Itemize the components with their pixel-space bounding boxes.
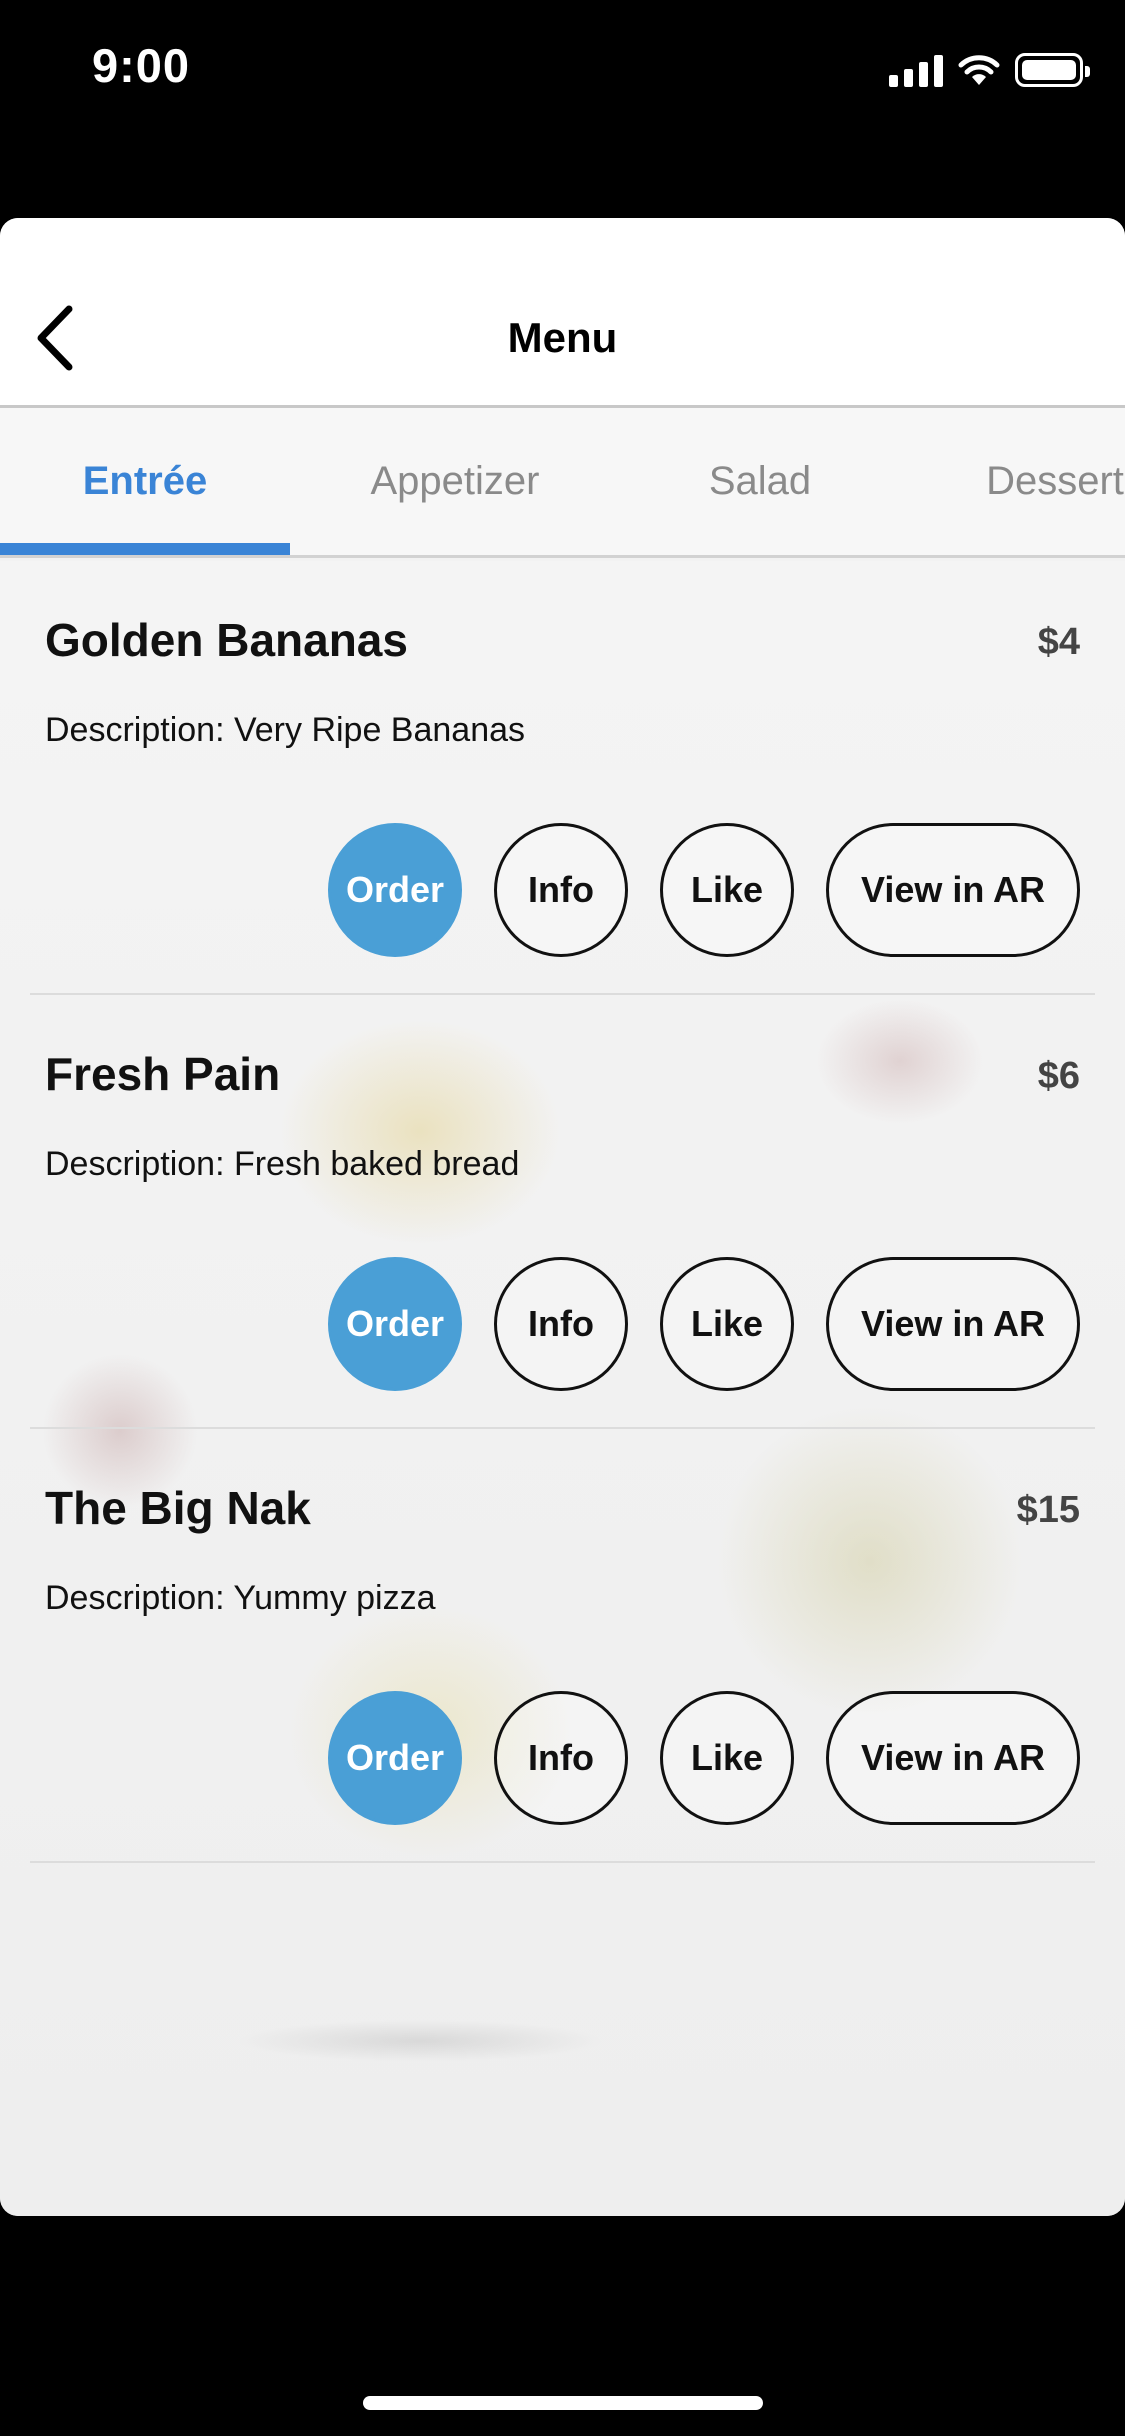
item-price: $4 bbox=[1037, 621, 1080, 663]
item-description: Description: Very Ripe Bananas bbox=[45, 711, 526, 749]
menu-item: Fresh Pain $6 Description: Fresh baked b… bbox=[30, 995, 1095, 1429]
order-button[interactable]: Order bbox=[328, 1691, 462, 1825]
menu-list: Golden Bananas $4 Description: Very Ripe… bbox=[0, 561, 1125, 2216]
tab-dessert[interactable]: Dessert bbox=[950, 408, 1125, 555]
nav-bar: Menu bbox=[0, 218, 1125, 408]
tab-entree[interactable]: Entrée bbox=[0, 408, 290, 555]
page-title: Menu bbox=[507, 314, 618, 361]
signal-icon bbox=[889, 53, 943, 87]
status-bar: 9:00 bbox=[0, 0, 1125, 140]
home-indicator[interactable] bbox=[363, 2396, 763, 2410]
menu-item: Golden Bananas $4 Description: Very Ripe… bbox=[30, 561, 1095, 995]
info-button[interactable]: Info bbox=[494, 1257, 628, 1391]
tab-salad[interactable]: Salad bbox=[640, 408, 880, 555]
menu-item: The Big Nak $15 Description: Yummy pizza… bbox=[30, 1429, 1095, 1863]
wifi-icon bbox=[958, 55, 1000, 85]
item-name: The Big Nak bbox=[45, 1482, 311, 1534]
category-tabs: Entrée Appetizer Salad Dessert bbox=[0, 408, 1125, 558]
view-in-ar-button[interactable]: View in AR bbox=[826, 1691, 1080, 1825]
view-in-ar-button[interactable]: View in AR bbox=[826, 823, 1080, 957]
like-button[interactable]: Like bbox=[660, 823, 794, 957]
item-actions: Order Info Like View in AR bbox=[328, 1691, 1080, 1825]
item-description: Description: Fresh baked bread bbox=[45, 1145, 520, 1183]
item-name: Fresh Pain bbox=[45, 1048, 281, 1100]
item-actions: Order Info Like View in AR bbox=[328, 823, 1080, 957]
phone-screen: 9:00 Menu Entrée Appetizer Salad Dessert… bbox=[0, 0, 1125, 2436]
item-description: Description: Yummy pizza bbox=[45, 1579, 436, 1617]
menu-screen: Menu Entrée Appetizer Salad Dessert Gold… bbox=[0, 218, 1125, 2216]
like-button[interactable]: Like bbox=[660, 1691, 794, 1825]
active-tab-indicator bbox=[0, 543, 290, 555]
info-button[interactable]: Info bbox=[494, 823, 628, 957]
tab-appetizer[interactable]: Appetizer bbox=[320, 408, 590, 555]
like-button[interactable]: Like bbox=[660, 1257, 794, 1391]
order-button[interactable]: Order bbox=[328, 1257, 462, 1391]
status-icons bbox=[889, 50, 1090, 90]
battery-icon bbox=[1015, 53, 1090, 87]
item-price: $6 bbox=[1037, 1055, 1080, 1097]
view-in-ar-button[interactable]: View in AR bbox=[826, 1257, 1080, 1391]
item-price: $15 bbox=[1016, 1489, 1080, 1531]
order-button[interactable]: Order bbox=[328, 823, 462, 957]
item-name: Golden Bananas bbox=[45, 614, 408, 666]
item-actions: Order Info Like View in AR bbox=[328, 1257, 1080, 1391]
status-time: 9:00 bbox=[92, 39, 191, 92]
info-button[interactable]: Info bbox=[494, 1691, 628, 1825]
